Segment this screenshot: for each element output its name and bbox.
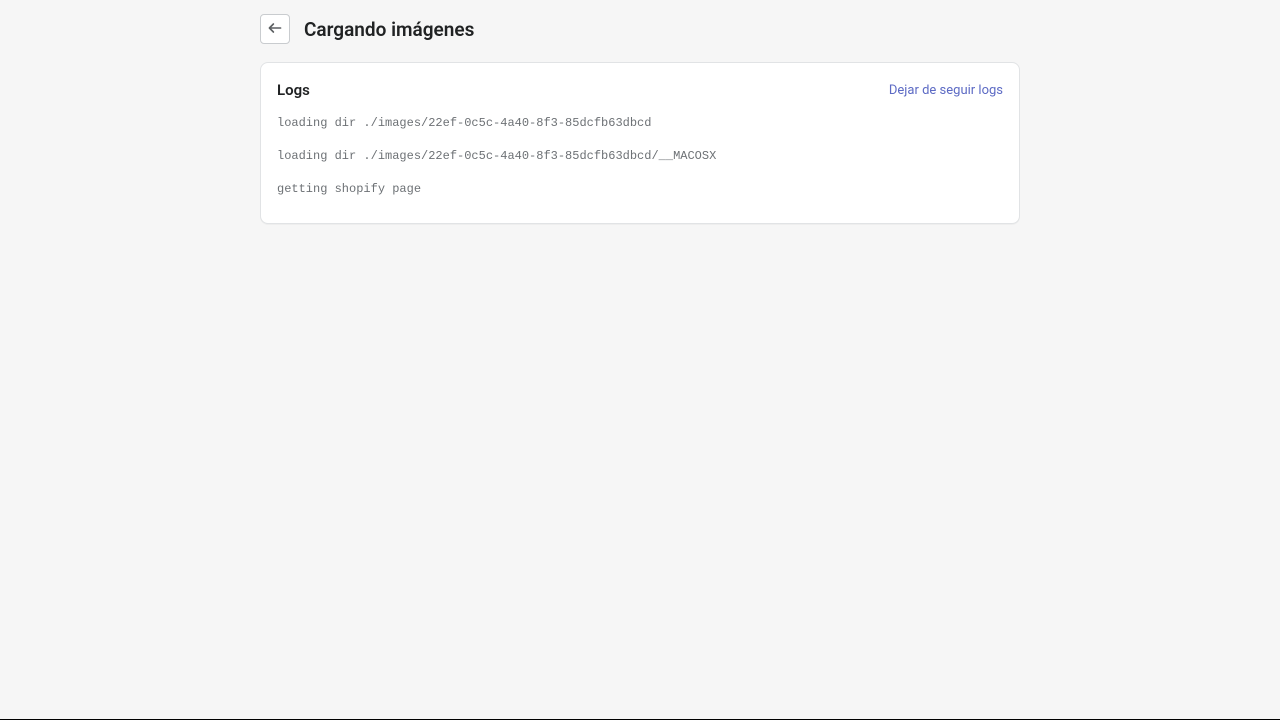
log-line: loading dir ./images/22ef-0c5c-4a40-8f3-…: [277, 148, 1003, 165]
stop-following-logs-link[interactable]: Dejar de seguir logs: [889, 83, 1003, 98]
log-line: loading dir ./images/22ef-0c5c-4a40-8f3-…: [277, 115, 1003, 132]
main-container: Cargando imágenes Logs Dejar de seguir l…: [260, 0, 1020, 224]
back-button[interactable]: [260, 14, 290, 44]
page-title: Cargando imágenes: [304, 18, 474, 41]
arrow-left-icon: [267, 20, 283, 39]
log-line: getting shopify page: [277, 181, 1003, 198]
card-title: Logs: [277, 81, 310, 99]
card-header: Logs Dejar de seguir logs: [277, 81, 1003, 99]
logs-card: Logs Dejar de seguir logs loading dir ./…: [260, 62, 1020, 224]
page-header: Cargando imágenes: [260, 14, 1020, 44]
log-lines: loading dir ./images/22ef-0c5c-4a40-8f3-…: [277, 115, 1003, 197]
